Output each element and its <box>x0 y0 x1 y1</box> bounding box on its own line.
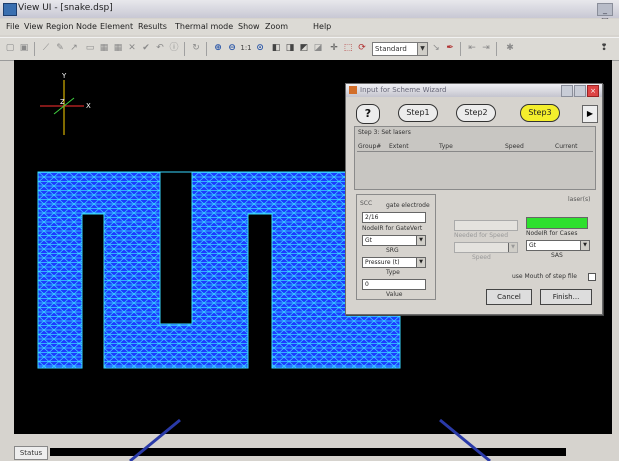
annotation-line-left <box>129 418 181 461</box>
application-window: View UI - [snake.dsp] _ □ × File View Re… <box>0 0 619 461</box>
annotation-line-right <box>439 418 491 461</box>
annotation-lines <box>129 418 491 461</box>
